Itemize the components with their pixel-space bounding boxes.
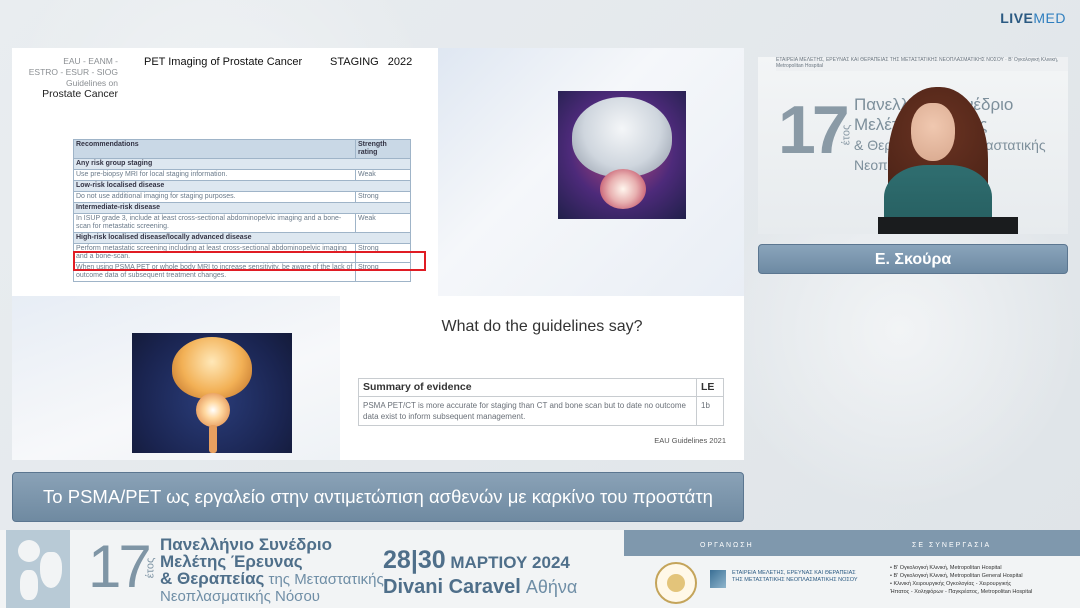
guidelines-question: What do the guidelines say? [441,318,643,335]
slide-staging-label: STAGING 2022 [330,56,413,68]
hospital-list: • Β' Ογκολογική Κλινική, Metropolitan Ho… [890,565,1033,595]
presentation-slide: EAU - EANM - ESTRO - ESUR - SIOG Guideli… [12,48,744,460]
footer-dates: 28|30 ΜΑΡΤΙΟΥ 2024 [383,546,570,574]
slide-title: PET Imaging of Prostate Cancer [144,56,303,68]
table-row: High-risk localised disease/locally adva… [73,232,411,244]
table-row: Any risk group staging [73,158,411,170]
highlight-box [73,251,426,271]
society-logo-icon [710,570,726,588]
table-row: Do not use additional imaging for stagin… [73,191,411,203]
eau-guidelines-logo: EAU - EANM - ESTRO - ESUR - SIOG Guideli… [28,56,118,100]
footer-etos: έτος [144,557,157,579]
table-row: In ISUP grade 3, include at least cross-… [73,213,411,233]
table-row: Low-risk localised disease [73,180,411,192]
society-name: ΕΤΑΙΡΕΙΑ ΜΕΛΕΤΗΣ, ΕΡΕΥΝΑΣ ΚΑΙ ΘΕΡΑΠΕΙΑΣ … [732,570,858,583]
backdrop-sponsor-strip: ΕΤΑΙΡΕΙΑ ΜΕΛΕΤΗΣ, ΕΡΕΥΝΑΣ ΚΑΙ ΘΕΡΑΠΕΙΑΣ … [776,57,1068,71]
speaker-video: ΕΤΑΙΡΕΙΑ ΜΕΛΕΤΗΣ, ΕΡΕΥΝΑΣ ΚΑΙ ΘΕΡΑΠΕΙΑΣ … [758,57,1068,234]
footer-organizer-band [624,530,1080,556]
slide-quadrant-evidence: What do the guidelines say? Summary of e… [340,296,744,460]
conference-logo-icon [6,530,70,608]
footer-conference-title: Πανελλήνιο Συνέδριο Μελέτης Έρευνας & Θε… [160,535,384,605]
bladder-shape [572,97,672,177]
conference-footer-banner: 17 έτος Πανελλήνιο Συνέδριο Μελέτης Έρευ… [0,530,1080,608]
urethra-shape [209,425,217,453]
source-citation: EAU Guidelines 2021 [654,436,726,445]
slide-quadrant-image-bottom [12,296,340,460]
prostate-illustration-image [132,333,292,453]
prostate-gland-shape [196,393,230,427]
bladder-shape [172,337,252,399]
talk-title-bar: Το PSMA/PET ως εργαλείο στην αντιμετώπισ… [12,472,744,522]
slide-quadrant-image-top [438,48,744,296]
footer-number: 17 [88,533,152,600]
society-seal-icon [655,562,697,604]
table-header-row: Recommendations Strength rating [73,139,411,159]
speaker-face [911,103,955,161]
table-row: PSMA PET/CT is more accurate for staging… [358,396,724,426]
table-header-row: Summary of evidence LE [358,378,724,397]
prostate-gland-shape [600,169,646,209]
table-row: Intermediate-risk disease [73,202,411,214]
evidence-table: Summary of evidence LE PSMA PET/CT is mo… [358,378,724,426]
backdrop-etos: έτος [840,124,853,146]
backdrop-number: 17 [778,92,850,168]
podium-laptop [878,217,1018,234]
collaboration-label: ΣΕ ΣΥΝΕΡΓΑΣΙΑ [912,542,992,549]
speaker-name-plate: Ε. Σκούρα [758,244,1068,274]
livemed-logo: LIVEMED [1000,10,1066,26]
slide-quadrant-recommendations: EAU - EANM - ESTRO - ESUR - SIOG Guideli… [12,48,438,296]
table-row: Use pre-biopsy MRI for local staging inf… [73,169,411,181]
footer-venue: Divani Caravel Αθήνα [383,576,578,598]
organizer-label: ΟΡΓΑΝΩΣΗ [700,542,754,549]
prostate-illustration-image [558,91,686,219]
